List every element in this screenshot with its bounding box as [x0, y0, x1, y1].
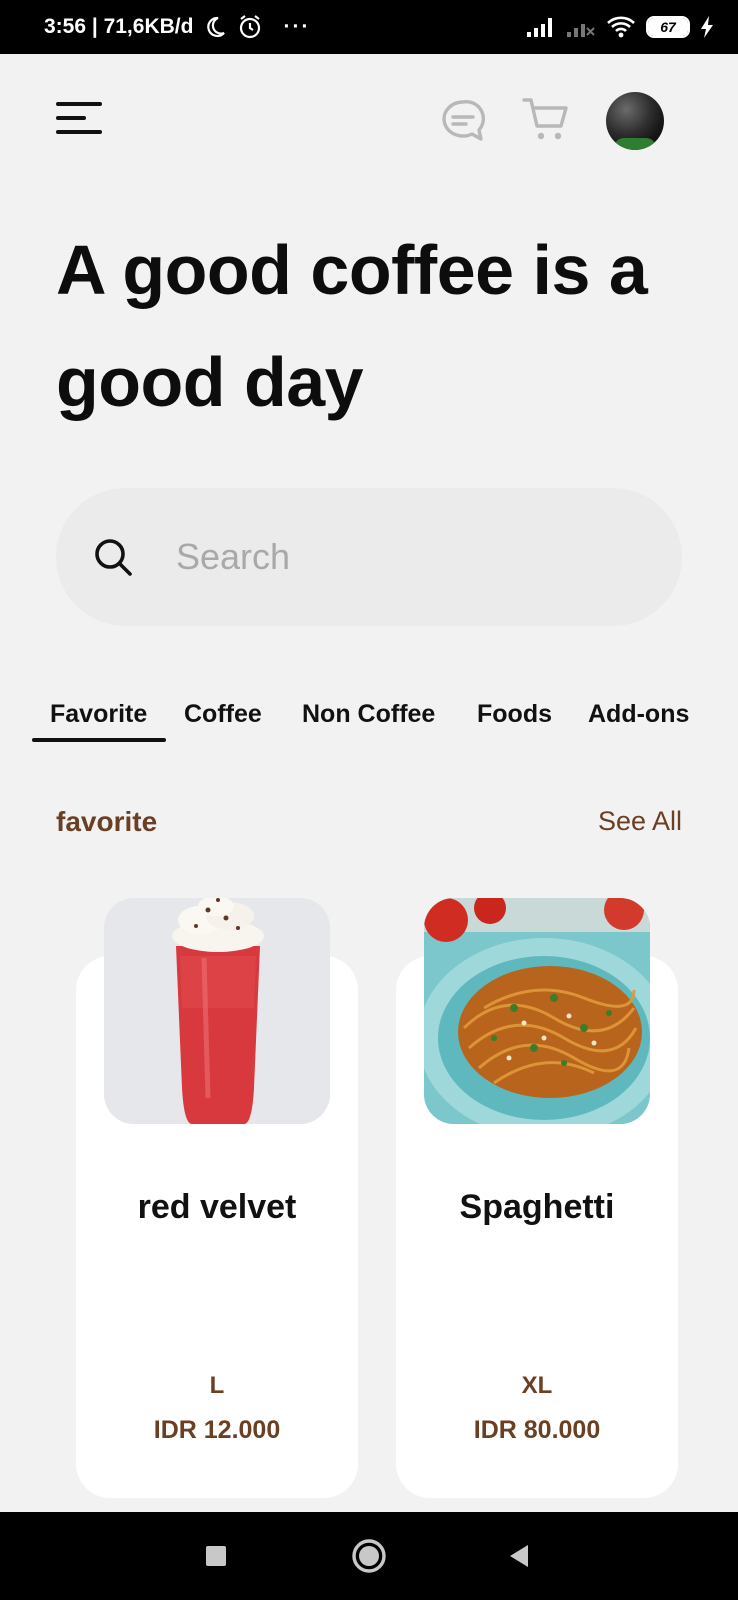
- tab-add-ons[interactable]: Add-ons: [588, 700, 689, 729]
- product-size: XL: [521, 1372, 553, 1399]
- tab-coffee[interactable]: Coffee: [184, 700, 262, 729]
- product-name: red velvet: [137, 1188, 297, 1226]
- product-size: L: [209, 1372, 225, 1399]
- see-all-link[interactable]: See All: [598, 806, 682, 837]
- status-more-dots: ···: [283, 15, 311, 38]
- red-velvet-drink-illustration: [104, 898, 330, 1124]
- product-price: IDR 80.000: [473, 1416, 601, 1444]
- active-tab-indicator: [32, 738, 166, 742]
- system-nav-bar: [0, 1512, 738, 1600]
- tab-favorite[interactable]: Favorite: [50, 700, 147, 729]
- status-bar: 3:56 | 71,6KB/d ··· 67: [0, 0, 738, 54]
- recent-apps-icon[interactable]: [198, 1538, 234, 1574]
- alarm-icon: [240, 15, 261, 39]
- back-icon[interactable]: [502, 1538, 538, 1574]
- page-title: A good coffee is a good day: [56, 231, 648, 421]
- product-card[interactable]: red velvet L IDR 12.000: [76, 898, 358, 1498]
- search-bar[interactable]: [56, 488, 682, 626]
- shopping-cart-icon[interactable]: [522, 96, 570, 142]
- tab-non-coffee[interactable]: Non Coffee: [302, 700, 435, 729]
- product-card[interactable]: Spaghetti XL IDR 80.000: [396, 898, 678, 1498]
- signal-no-service-icon: [567, 24, 595, 37]
- signal-icon: [527, 18, 552, 37]
- product-image-red-velvet: [104, 898, 330, 1124]
- status-right: 67: [526, 15, 714, 39]
- chat-bubble-icon[interactable]: [440, 98, 486, 142]
- user-avatar[interactable]: [606, 92, 664, 150]
- category-tabs: Favorite Coffee Non Coffee Foods Add-ons: [30, 692, 730, 744]
- product-name: Spaghetti: [459, 1188, 615, 1226]
- home-icon[interactable]: [350, 1537, 388, 1575]
- search-input[interactable]: [176, 536, 636, 578]
- tab-foods[interactable]: Foods: [477, 700, 552, 729]
- battery-icon: 67: [646, 16, 690, 38]
- spaghetti-plate-illustration: [424, 898, 650, 1124]
- status-time: 3:56 | 71,6KB/d: [44, 15, 194, 38]
- wifi-icon: [607, 16, 635, 38]
- hamburger-menu-icon[interactable]: [56, 102, 102, 136]
- product-image-spaghetti: [424, 898, 650, 1124]
- charging-icon: [701, 16, 713, 38]
- status-left: 3:56 | 71,6KB/d ···: [44, 14, 310, 40]
- search-icon: [95, 539, 132, 576]
- battery-level: 67: [660, 19, 676, 35]
- product-price: IDR 12.000: [153, 1416, 281, 1444]
- section-title: favorite: [56, 806, 158, 837]
- moon-icon: [207, 16, 226, 38]
